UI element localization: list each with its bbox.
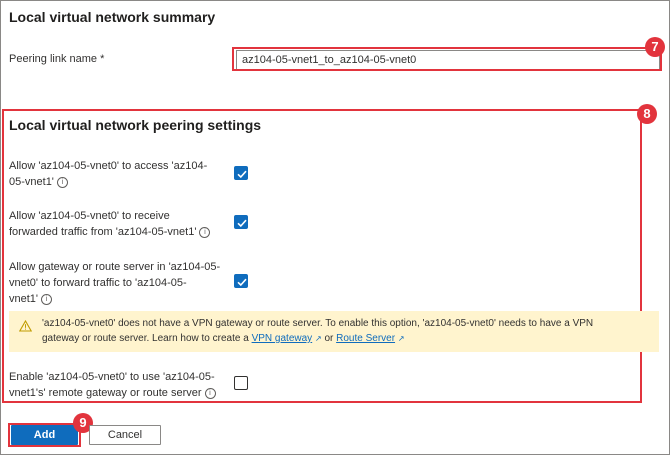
- allow-gateway-checkbox[interactable]: [234, 274, 248, 288]
- allow-forwarded-label: Allow 'az104-05-vnet0' to receive forwar…: [9, 208, 211, 240]
- warning-banner: 'az104-05-vnet0' does not have a VPN gat…: [9, 311, 659, 352]
- vpn-gateway-link[interactable]: VPN gateway: [252, 333, 313, 344]
- use-remote-gateway-label: Enable 'az104-05-vnet0' to use 'az104-05…: [9, 371, 216, 399]
- route-server-link[interactable]: Route Server: [336, 333, 395, 344]
- peering-link-label: Peering link name *: [9, 53, 105, 65]
- allow-access-label: Allow 'az104-05-vnet0' to access 'az104-…: [9, 160, 208, 188]
- external-link-icon: ↗: [397, 334, 405, 343]
- highlight-box-8: [2, 109, 642, 403]
- info-icon[interactable]: i: [199, 226, 211, 238]
- info-icon[interactable]: i: [41, 293, 53, 305]
- allow-access-checkbox[interactable]: [234, 166, 248, 180]
- use-remote-gateway-checkbox[interactable]: [234, 376, 248, 390]
- step-badge-8: 8: [637, 104, 657, 124]
- external-link-icon: ↗: [314, 334, 322, 343]
- info-icon[interactable]: i: [204, 387, 216, 399]
- highlight-box-7: [232, 47, 662, 71]
- cancel-button[interactable]: Cancel: [89, 425, 161, 445]
- allow-gateway-label: Allow gateway or route server in 'az104-…: [9, 261, 221, 305]
- warning-text: 'az104-05-vnet0' does not have a VPN gat…: [42, 318, 594, 344]
- allow-forwarded-checkbox[interactable]: [234, 215, 248, 229]
- summary-heading: Local virtual network summary: [9, 9, 216, 25]
- warning-icon: [18, 319, 33, 337]
- add-button[interactable]: Add: [11, 425, 78, 445]
- info-icon[interactable]: i: [56, 176, 68, 188]
- settings-heading: Local virtual network peering settings: [9, 117, 262, 133]
- step-badge-7: 7: [645, 37, 665, 57]
